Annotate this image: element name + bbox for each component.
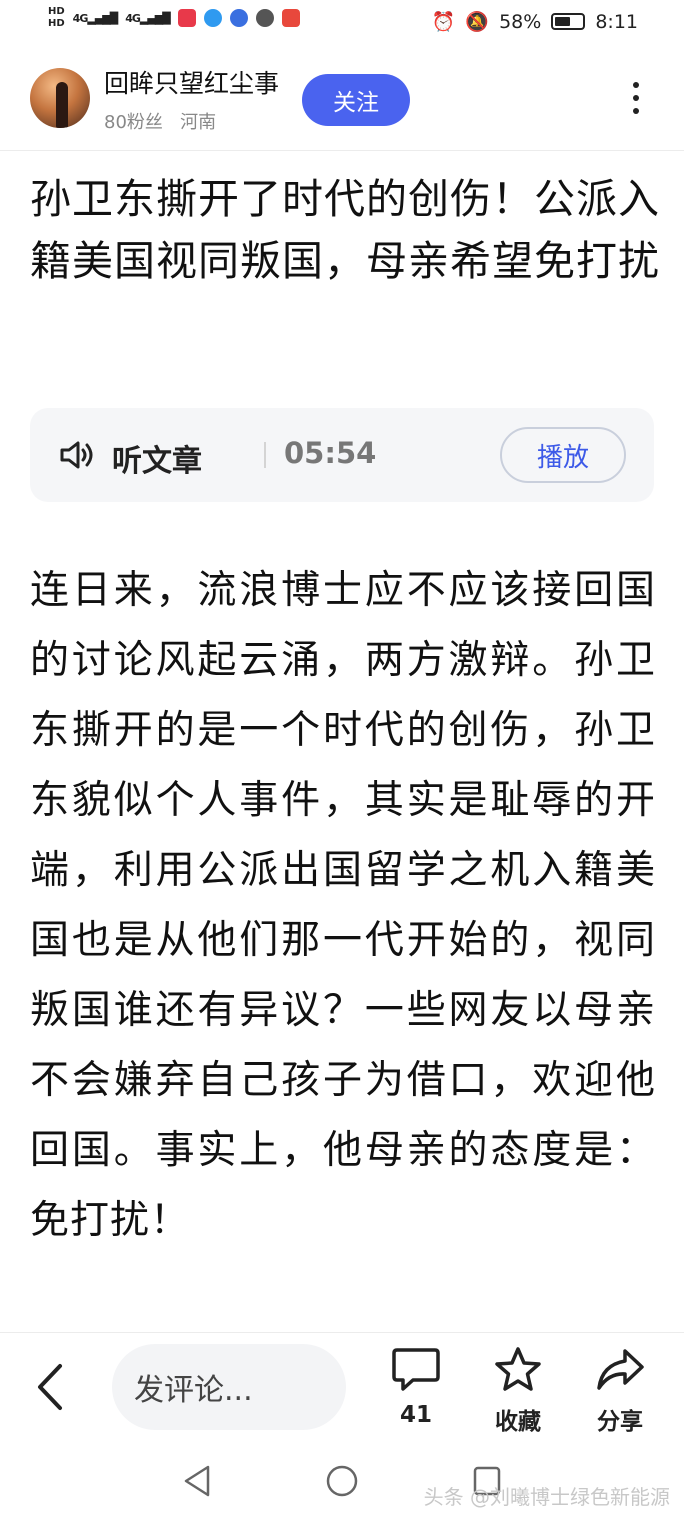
author-header: 回眸只望红尘事 80粉丝 河南 关注 xyxy=(0,60,684,150)
article-body: 连日来，流浪博士应不应该接回国的讨论风起云涌，两方激辩。孙卫东撕开的是一个时代的… xyxy=(30,568,656,1243)
clock: 8:11 xyxy=(595,10,638,33)
nav-home-icon[interactable] xyxy=(325,1464,359,1498)
bottom-divider xyxy=(0,1332,684,1333)
watermark: 头条 @刘曦博士绿色新能源 xyxy=(423,1485,670,1509)
nav-back-icon[interactable] xyxy=(182,1464,212,1498)
app-notification-icon xyxy=(177,9,196,27)
author-name[interactable]: 回眸只望红尘事 xyxy=(104,64,279,100)
hd-indicators: HD HD xyxy=(48,6,65,30)
share-icon xyxy=(597,1349,644,1390)
article-title: 孙卫东撕开了时代的创伤！公派入籍美国视同叛国，母亲希望免打扰 xyxy=(30,175,660,285)
speaker-icon xyxy=(60,441,93,469)
browser-notification-icon xyxy=(203,9,222,27)
audio-duration: 05:54 xyxy=(284,436,377,470)
comment-count: 41 xyxy=(399,1402,432,1428)
mute-icon: 🔕 xyxy=(465,11,490,33)
comment-icon xyxy=(392,1348,440,1391)
more-options-icon[interactable] xyxy=(626,82,646,126)
battery-icon xyxy=(551,13,586,30)
hd-indicator-2: HD xyxy=(48,18,65,29)
author-location: 河南 xyxy=(180,112,217,133)
header-divider xyxy=(0,150,684,151)
fans-count: 80粉丝 xyxy=(104,112,163,133)
listen-label: 听文章 xyxy=(112,444,202,479)
ball-notification-icon xyxy=(255,9,274,27)
signal-icon-1: 4G▂▄▆█ xyxy=(72,11,119,25)
listen-divider xyxy=(264,442,266,468)
status-bar: HD HD 4G▂▄▆█ 4G▂▄▆█ ⏰ 🔕 58% 8:11 xyxy=(0,0,684,46)
hd-indicator-1: HD xyxy=(48,6,65,17)
listen-article-card: 听文章 05:54 播放 xyxy=(30,408,654,502)
status-left: HD HD 4G▂▄▆█ 4G▂▄▆█ xyxy=(48,6,300,30)
back-icon[interactable] xyxy=(32,1362,72,1412)
comment-input[interactable]: 发评论... xyxy=(112,1344,346,1430)
play-button[interactable]: 播放 xyxy=(500,427,626,483)
baidu-notification-icon xyxy=(229,9,248,27)
share-label: 分享 xyxy=(597,1409,643,1435)
battery-fill xyxy=(555,17,571,26)
alarm-icon: ⏰ xyxy=(431,11,456,33)
star-icon xyxy=(495,1347,541,1391)
battery-percent: 58% xyxy=(499,10,542,33)
share-button[interactable]: 分享 xyxy=(580,1346,660,1436)
favorite-button[interactable]: 收藏 xyxy=(478,1346,558,1436)
favorite-label: 收藏 xyxy=(495,1409,541,1435)
status-right: ⏰ 🔕 58% 8:11 xyxy=(431,10,638,34)
avatar[interactable] xyxy=(30,68,90,128)
author-meta: 80粉丝 河南 xyxy=(104,108,216,134)
news-notification-icon xyxy=(281,9,300,27)
signal-icon-2: 4G▂▄▆█ xyxy=(125,11,171,25)
comment-button[interactable]: 41 xyxy=(376,1346,456,1428)
follow-button[interactable]: 关注 xyxy=(302,74,410,126)
